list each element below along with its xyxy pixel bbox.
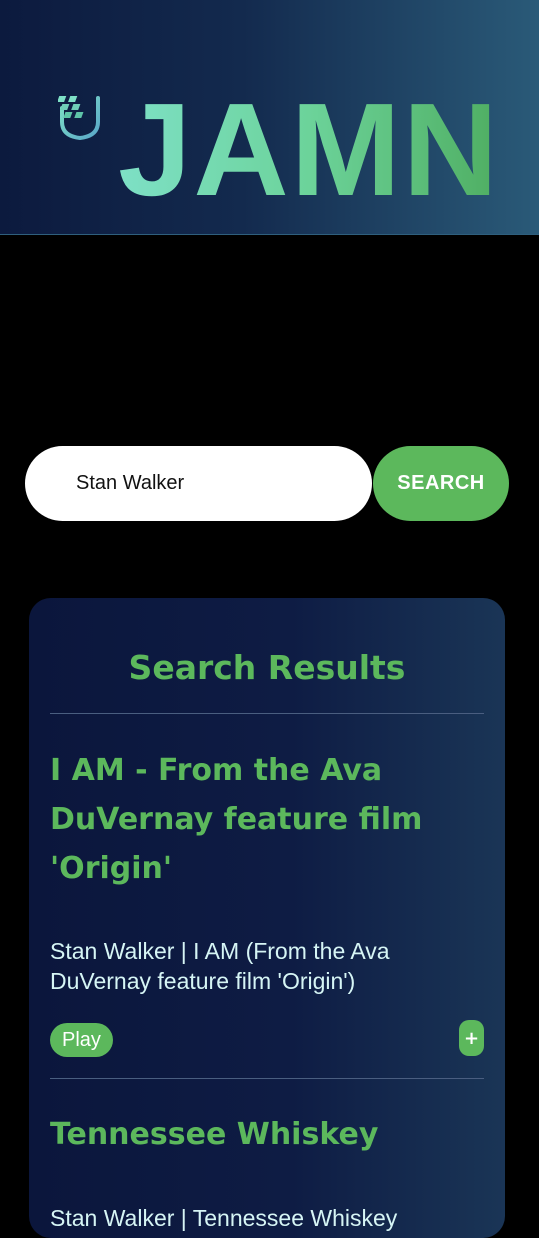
brand-title: JAMN xyxy=(118,76,501,223)
search-button[interactable]: SEARCH xyxy=(373,446,509,521)
app-header: JAMN xyxy=(0,0,539,235)
search-bar: SEARCH xyxy=(25,446,509,521)
divider xyxy=(50,1078,484,1079)
add-to-playlist-button[interactable]: + xyxy=(459,1020,484,1056)
track-subtitle: Stan Walker | Tennessee Whiskey xyxy=(50,1205,398,1231)
search-results-panel: Search Results I AM - From the Ava DuVer… xyxy=(29,598,505,1238)
track-title: Tennessee Whiskey xyxy=(50,1117,379,1152)
divider xyxy=(50,713,484,714)
track-title: I AM - From the Ava DuVernay feature fil… xyxy=(50,753,423,886)
results-title: Search Results xyxy=(128,648,406,687)
play-button[interactable]: Play xyxy=(50,1023,113,1057)
search-input[interactable] xyxy=(25,446,372,521)
track-subtitle: Stan Walker | I AM (From the Ava DuVerna… xyxy=(50,938,390,994)
shield-music-icon xyxy=(58,96,100,140)
